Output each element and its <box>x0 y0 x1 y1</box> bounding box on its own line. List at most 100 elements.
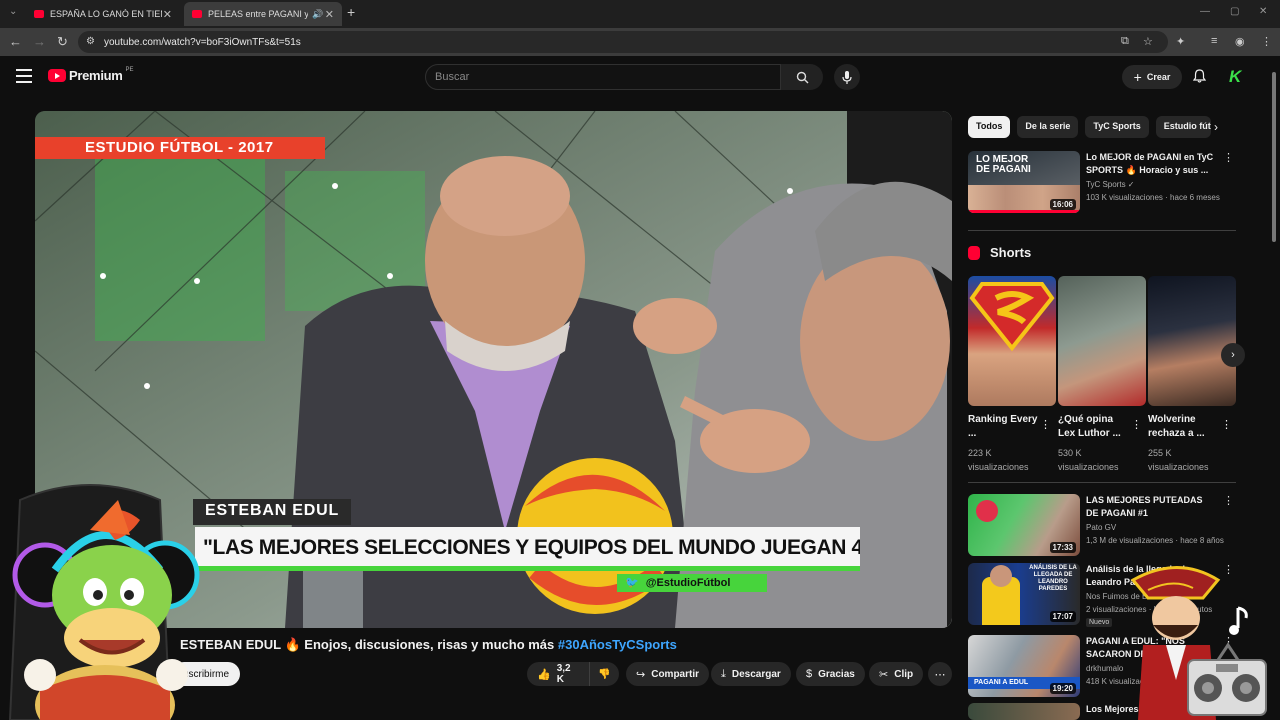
short-title[interactable]: Wolverine rechaza a ... <box>1148 413 1218 441</box>
logo-text: Premium <box>69 68 123 83</box>
video-duration: 16:06 <box>1049 199 1076 210</box>
thumbnail-text: LO MEJOR DE PAGANI <box>976 154 1031 175</box>
short-thumbnail[interactable] <box>1148 276 1236 406</box>
shorts-next-button[interactable]: › <box>1221 343 1245 367</box>
short-views: 530 K visualizaciones <box>1058 448 1119 472</box>
create-button[interactable]: + Crear <box>1122 65 1182 89</box>
youtube-favicon-icon <box>192 10 202 18</box>
video-thumbnail[interactable]: LO MEJOR DE PAGANI 16:06 <box>968 151 1080 213</box>
reading-list-icon[interactable]: ≡ <box>1211 35 1217 47</box>
share-label: Compartir <box>651 668 700 680</box>
hashtag-link[interactable]: #30AñosTyCSports <box>558 637 677 652</box>
browser-menu-icon[interactable]: ⋮ <box>1261 35 1272 48</box>
thanks-dollar-icon: $ <box>806 668 813 680</box>
forward-icon[interactable]: → <box>33 34 46 49</box>
search-input[interactable]: Buscar <box>425 64 781 90</box>
download-button[interactable]: ⤓ Descargar <box>711 662 791 686</box>
voice-search-button[interactable] <box>834 64 860 90</box>
scrollbar-thumb[interactable] <box>1272 72 1276 242</box>
browser-tab-2[interactable]: PELEAS entre PAGANI y EST 🔊 ✕ <box>184 2 342 26</box>
recommended-video[interactable]: 17:33 LAS MEJORES PUTEADAS DE PAGANI #1 … <box>968 494 1236 556</box>
create-label: Crear <box>1146 72 1171 82</box>
video-thumbnail[interactable]: 17:33 <box>968 494 1080 556</box>
chevron-right-icon: › <box>1231 349 1235 361</box>
more-vert-icon[interactable]: ⋮ <box>1221 418 1232 431</box>
like-count: 3,2 K <box>556 663 571 685</box>
short-thumbnail[interactable] <box>1058 276 1146 406</box>
install-app-icon[interactable]: ⧉ <box>1121 35 1129 48</box>
chevron-right-icon[interactable]: › <box>1214 120 1218 134</box>
recommended-video[interactable]: LO MEJOR DE PAGANI 16:06 Lo MEJOR de PAG… <box>968 151 1236 213</box>
video-duration: 17:33 <box>1049 542 1076 553</box>
video-duration: 17:07 <box>1049 611 1076 622</box>
video-title-text: ESTEBAN EDUL 🔥 Enojos, discusiones, risa… <box>180 637 558 652</box>
clip-button[interactable]: ✂ Clip <box>869 662 924 686</box>
download-icon: ⤓ <box>721 667 726 680</box>
back-icon[interactable]: ← <box>9 34 22 49</box>
bookmark-star-icon[interactable]: ☆ <box>1143 35 1153 48</box>
search-icon <box>796 71 808 83</box>
short-thumbnail[interactable] <box>968 276 1056 406</box>
notifications-bell-icon[interactable] <box>1192 69 1207 86</box>
shorts-logo-icon <box>968 245 980 260</box>
account-avatar[interactable]: K <box>1229 67 1249 87</box>
video-title[interactable]: LAS MEJORES PUTEADAS DE PAGANI #1 <box>1086 494 1216 520</box>
filter-chips: Todos De la serie TyC Sports Estudio fút <box>968 116 1211 138</box>
more-actions-button[interactable]: ⋯ <box>928 662 952 686</box>
search-button[interactable] <box>781 64 823 90</box>
youtube-favicon-icon <box>34 10 44 18</box>
profile-icon[interactable]: ◉ <box>1235 35 1245 48</box>
dislike-button[interactable]: 👎 <box>589 662 619 686</box>
twitter-handle-overlay: 🐦 @EstudioFútbol <box>617 574 767 592</box>
youtube-logo[interactable]: Premium PE <box>48 67 134 83</box>
short-title[interactable]: ¿Qué opina Lex Luthor ... <box>1058 413 1128 441</box>
menu-icon[interactable] <box>16 69 32 87</box>
maximize-icon[interactable]: ▢ <box>1230 6 1239 17</box>
shorts-title: Shorts <box>990 245 1032 260</box>
chip-series[interactable]: De la serie <box>1017 116 1079 138</box>
more-vert-icon[interactable]: ⋮ <box>1223 151 1234 164</box>
audio-playing-icon[interactable]: 🔊 <box>312 9 323 20</box>
chip-estudio-futbol[interactable]: Estudio fút <box>1155 116 1211 138</box>
streamer-mascot-overlay <box>8 484 200 720</box>
more-vert-icon[interactable]: ⋮ <box>1223 494 1234 507</box>
site-info-icon[interactable]: ⚙ <box>86 36 95 47</box>
microphone-icon <box>842 70 852 84</box>
channel-name[interactable]: TyC Sports ✓ <box>1086 180 1135 189</box>
address-bar: ← → ↻ ⚙ youtube.com/watch?v=boF3iOwnTFs&… <box>0 28 1280 56</box>
extensions-icon[interactable]: ✦ <box>1176 35 1185 48</box>
quote-overlay: "LAS MEJORES SELECCIONES Y EQUIPOS DEL M… <box>195 527 860 571</box>
youtube-header: Premium PE Buscar + Crear K <box>0 56 1280 100</box>
show-title-overlay: ESTUDIO FÚTBOL - 2017 <box>35 137 325 159</box>
thanks-label: Gracias <box>818 668 855 680</box>
short-views: 223 K visualizaciones <box>968 448 1029 472</box>
more-vert-icon[interactable]: ⋮ <box>1040 418 1051 431</box>
channel-name[interactable]: Pato GV <box>1086 523 1116 532</box>
close-tab-icon[interactable]: ✕ <box>163 8 172 21</box>
twitter-bird-icon: 🐦 <box>625 577 639 589</box>
more-vert-icon[interactable]: ⋮ <box>1131 418 1142 431</box>
share-button[interactable]: ↪ Compartir <box>626 662 710 686</box>
download-label: Descargar <box>731 668 781 680</box>
close-window-icon[interactable]: ✕ <box>1259 6 1267 17</box>
chip-all[interactable]: Todos <box>968 116 1011 138</box>
short-title[interactable]: Ranking Every ... <box>968 413 1038 441</box>
close-tab-icon[interactable]: ✕ <box>325 8 334 21</box>
thanks-button[interactable]: $ Gracias <box>796 662 865 686</box>
browser-tab-1[interactable]: ESPAÑA LO GANÓ EN TIEMPO ✕ <box>26 2 180 26</box>
like-button[interactable]: 👍 3,2 K <box>527 662 589 686</box>
url-field[interactable]: ⚙ youtube.com/watch?v=boF3iOwnTFs&t=51s <box>78 31 1168 53</box>
video-thumbnail[interactable] <box>968 703 1080 720</box>
video-meta: 103 K visualizaciones · hace 6 meses <box>1086 193 1220 202</box>
video-thumbnail[interactable]: PAGANI A EDUL 19:20 <box>968 635 1080 697</box>
video-meta: 1,3 M de visualizaciones · hace 8 años <box>1086 536 1224 545</box>
speaker-name-overlay: ESTEBAN EDUL <box>193 499 352 525</box>
page-scrollbar[interactable] <box>1270 62 1278 720</box>
reload-icon[interactable]: ↻ <box>57 34 68 50</box>
video-thumbnail[interactable]: ANÁLISIS DE LA LLEGADA DE LEANDRO PAREDE… <box>968 563 1080 625</box>
video-title[interactable]: Lo MEJOR de PAGANI en TyC SPORTS 🔥 Horac… <box>1086 151 1216 177</box>
new-tab-icon[interactable]: + <box>347 4 355 20</box>
chip-tyc-sports[interactable]: TyC Sports <box>1085 116 1149 138</box>
tab-search-icon[interactable]: ⌄ <box>9 6 17 17</box>
minimize-icon[interactable]: — <box>1200 6 1210 17</box>
